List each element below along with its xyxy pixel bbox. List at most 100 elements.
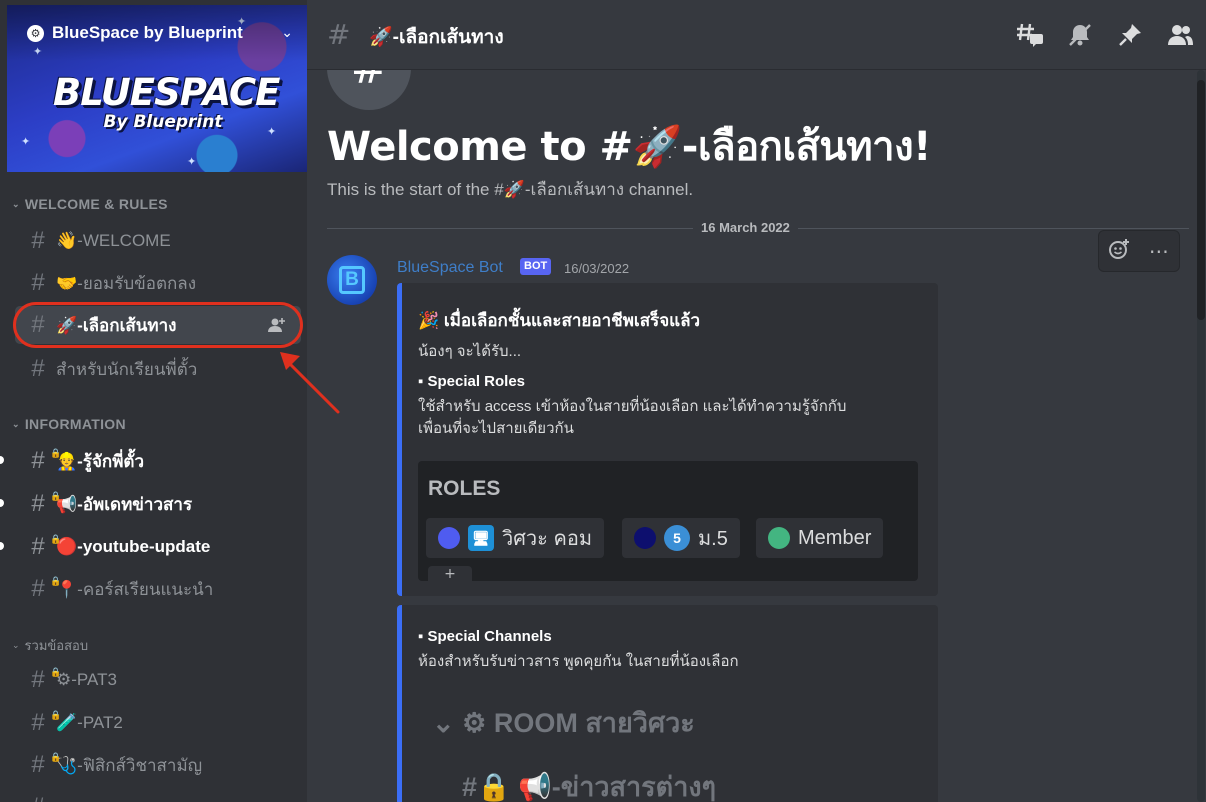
scrollbar-thumb[interactable]: [1197, 80, 1205, 320]
hash-icon: #: [31, 490, 45, 517]
role-label: ม.5: [698, 528, 728, 550]
lock-icon: 🔒: [50, 491, 62, 501]
role-pill: 🖥 วิศวะ คอม: [426, 518, 605, 558]
hash-icon: #: [31, 447, 45, 474]
unread-indicator: [0, 456, 4, 464]
channel-news-update[interactable]: # 🔒 📢-อัพเดทข่าวสาร: [15, 485, 301, 523]
channel-label: 🤝-ยอมรับข้อตกลง: [56, 273, 197, 293]
annotation-highlight-circle: [13, 302, 303, 348]
embed-section-text: เพื่อนที่จะไปสายเดียวกัน: [418, 420, 574, 437]
roles-image: ROLES 🖥 วิศวะ คอม 5 ม.5 Member +: [418, 461, 918, 581]
lock-icon: 🔒: [50, 534, 62, 544]
hash-icon: #: [31, 227, 45, 254]
channel-pat2[interactable]: # 🔒 🧪-PAT2: [15, 704, 301, 742]
category-label: INFORMATION: [24, 416, 126, 432]
add-reaction-icon[interactable]: [1108, 238, 1130, 265]
more-options-icon[interactable]: ⋯: [1149, 239, 1170, 263]
unread-indicator: [0, 542, 4, 550]
lock-icon: 🔒: [50, 576, 62, 586]
category-exams[interactable]: ⌄ รวมข้อสอบ: [12, 635, 88, 655]
hash-icon: #: [31, 709, 45, 736]
unread-indicator: [0, 499, 4, 507]
channel-students[interactable]: # สำหรับนักเรียนพี่ตั้ว: [15, 350, 301, 388]
computer-icon: 🖥: [468, 525, 494, 551]
role-pill: 5 ม.5: [622, 518, 740, 558]
embed-card: 🎉 เมื่อเลือกชั้นและสายอาชีพเสร็จแล้ว น้อ…: [397, 283, 938, 596]
embed-section-text: ห้องสำหรับรับข่าวสาร พูดคุยกัน ในสายที่น…: [418, 653, 739, 670]
embed-card: ▪ Special Channels ห้องสำหรับรับข่าวสาร …: [397, 605, 938, 802]
channel-pat3[interactable]: # 🔒 ⚙-PAT3: [15, 661, 301, 699]
channel-label: 🩺-ฟิสิกส์วิชาสามัญ: [56, 755, 203, 775]
category-welcome-rules[interactable]: ⌄ WELCOME & RULES: [12, 194, 168, 214]
notification-muted-icon[interactable]: [1065, 20, 1095, 50]
channel-label: 🔴-youtube-update: [56, 537, 211, 556]
message-actions-toolbar: ⋯: [1098, 230, 1180, 272]
chevron-down-icon: ⌄: [12, 639, 20, 650]
welcome-subtitle: This is the start of the #🚀-เลือกเส้นทาง…: [327, 180, 694, 199]
server-header[interactable]: ⚙ BlueSpace by Blueprint ⌄: [7, 5, 307, 61]
role-label: Member: [798, 526, 872, 549]
banner-title: BLUESPACE: [53, 71, 280, 114]
lock-icon: 🔒: [50, 667, 62, 677]
message-area: # Welcome to #🚀-เลือกเส้นทาง! This is th…: [307, 70, 1206, 802]
more-roles-pill: +: [428, 566, 472, 581]
channel-physics[interactable]: # 🔒 🩺-ฟิสิกส์วิชาสามัญ: [15, 746, 301, 784]
room-category-preview: ⌄ ⚙ ROOM สายวิศวะ: [432, 708, 695, 738]
member-list-icon[interactable]: [1165, 20, 1195, 50]
channel-hash-icon: #: [327, 70, 411, 110]
channel-label: 🧪-PAT2: [56, 713, 123, 732]
scrollbar[interactable]: [1197, 70, 1205, 802]
pin-icon[interactable]: [1115, 20, 1145, 50]
threads-icon[interactable]: [1015, 20, 1045, 50]
channel-label: 👋-WELCOME: [56, 231, 171, 250]
avatar[interactable]: B: [327, 255, 377, 305]
channel-recommended-courses[interactable]: # 🔒 📍-คอร์สเรียนแนะนำ: [15, 570, 301, 608]
role-color-dot: [634, 527, 656, 549]
room-channel-preview: #🔒 📢-ข่าวสารต่างๆ: [462, 772, 717, 802]
channel-accept-rules[interactable]: # 🤝-ยอมรับข้อตกลง: [15, 264, 301, 302]
category-label: WELCOME & RULES: [24, 196, 168, 212]
lock-icon: 🔒: [50, 448, 62, 458]
channel-title: 🚀-เลือกเส้นทาง: [369, 27, 504, 48]
channel-sidebar: ✦ ✦ ✦ ✦ ✦ BLUESPACE By Blueprint ⚙ BlueS…: [0, 0, 307, 802]
hash-icon: #: [31, 355, 45, 382]
roles-header: ROLES: [428, 477, 501, 500]
category-label: รวมข้อสอบ: [24, 637, 89, 653]
welcome-title: Welcome to #🚀-เลือกเส้นทาง!: [327, 124, 931, 170]
date-divider: 16 March 2022: [693, 220, 798, 235]
chevron-down-icon: ⌄: [281, 25, 293, 41]
bot-badge: BOT: [520, 258, 552, 275]
channel-partial[interactable]: #: [15, 788, 301, 802]
role-color-dot: [768, 527, 790, 549]
embed-section-text: ใช้สำหรับ access เข้าห้องในสายที่น้องเลื…: [418, 398, 847, 415]
message-author[interactable]: BlueSpace Bot: [397, 259, 503, 277]
channel-label: 📢-อัพเดทข่าวสาร: [56, 494, 193, 514]
role-color-dot: [438, 527, 460, 549]
banner-subtitle: By Blueprint: [103, 112, 223, 132]
chevron-down-icon: ⌄: [12, 418, 20, 429]
chevron-down-icon: ⌄: [12, 198, 20, 209]
channel-header: # 🚀-เลือกเส้นทาง: [307, 0, 1206, 70]
category-information[interactable]: ⌄ INFORMATION: [12, 414, 126, 434]
hash-icon: #: [31, 666, 45, 693]
hash-icon: #: [31, 751, 45, 778]
role-pill: Member: [756, 518, 884, 558]
server-name: BlueSpace by Blueprint: [52, 23, 243, 42]
message-timestamp: 16/03/2022: [564, 261, 630, 276]
channel-youtube-update[interactable]: # 🔒 🔴-youtube-update: [15, 528, 301, 566]
channel-know-pitua[interactable]: # 🔒 👷-รู้จักพี่ตั้ว: [15, 442, 301, 480]
channel-label: 📍-คอร์สเรียนแนะนำ: [56, 579, 214, 599]
channel-label: 👷-รู้จักพี่ตั้ว: [56, 451, 145, 471]
hash-icon: #: [28, 793, 48, 802]
embed-intro: น้องๆ จะได้รับ...: [418, 343, 522, 360]
number-five-icon: 5: [664, 525, 690, 551]
hash-icon: #: [327, 18, 351, 51]
hash-icon: #: [31, 575, 45, 602]
hash-icon: #: [31, 269, 45, 296]
role-label: วิศวะ คอม: [502, 528, 593, 550]
hash-icon: #: [31, 533, 45, 560]
lock-icon: 🔒: [50, 752, 62, 762]
channel-welcome[interactable]: # 👋-WELCOME: [15, 222, 301, 260]
gear-icon: ⚙: [27, 24, 44, 42]
channel-label: สำหรับนักเรียนพี่ตั้ว: [56, 359, 198, 379]
